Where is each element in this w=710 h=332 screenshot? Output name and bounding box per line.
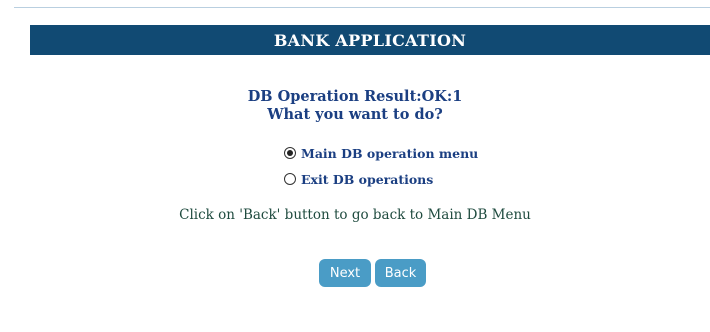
exit-db-radio[interactable] bbox=[284, 173, 296, 185]
operation-result-text: DB Operation Result:OK:1 bbox=[247, 88, 463, 105]
option-main-db-menu[interactable]: Main DB operation menu bbox=[284, 140, 478, 166]
app-title: BANK APPLICATION bbox=[273, 30, 467, 50]
button-row: Next Back bbox=[319, 259, 430, 287]
option-exit-db[interactable]: Exit DB operations bbox=[284, 166, 478, 192]
main-db-menu-label[interactable]: Main DB operation menu bbox=[301, 146, 478, 161]
page: BANK APPLICATION DB Operation Result:OK:… bbox=[0, 0, 710, 332]
question-text: What you want to do? bbox=[267, 106, 443, 123]
next-button[interactable]: Next bbox=[319, 259, 371, 287]
title-bar: BANK APPLICATION bbox=[30, 25, 710, 55]
back-button[interactable]: Back bbox=[375, 259, 426, 287]
options-group: Main DB operation menu Exit DB operation… bbox=[284, 140, 478, 192]
result-block: DB Operation Result:OK:1 What you want t… bbox=[0, 88, 710, 124]
top-divider bbox=[14, 7, 710, 8]
back-hint-text: Click on 'Back' button to go back to Mai… bbox=[179, 207, 531, 223]
exit-db-label[interactable]: Exit DB operations bbox=[301, 172, 433, 187]
main-db-menu-radio[interactable] bbox=[284, 147, 296, 159]
